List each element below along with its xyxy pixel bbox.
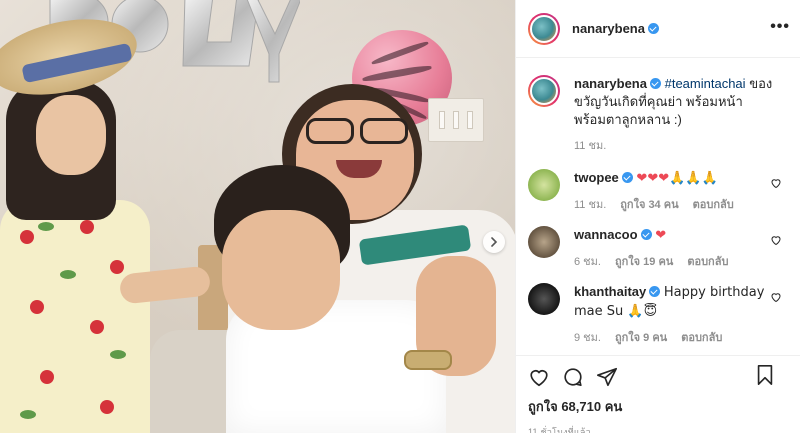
reply-button[interactable]: ตอบกลับ: [687, 253, 728, 271]
girl-dress: [0, 200, 150, 433]
commenter-avatar[interactable]: [528, 169, 560, 201]
post-sidebar: nanarybena ••• nanarybena #teamintachai …: [515, 0, 800, 433]
commenter-avatar[interactable]: [528, 283, 560, 315]
comments-list: nanarybena #teamintachai ของขวัญวันเกิดท…: [516, 59, 800, 355]
comment-likes[interactable]: ถูกใจ 19 คน: [615, 253, 673, 271]
comment-row: khanthaitay Happy birthday mae Su 🙏😇 9 ช…: [528, 283, 788, 347]
heart-icon[interactable]: [770, 234, 782, 246]
verified-badge-icon: [640, 229, 652, 240]
heart-icon[interactable]: [770, 291, 782, 303]
comment-likes[interactable]: ถูกใจ 9 คน: [615, 329, 667, 347]
author-username[interactable]: nanarybena: [572, 21, 659, 36]
heart-icon[interactable]: [770, 177, 782, 189]
verified-badge-icon: [649, 286, 661, 297]
next-media-button[interactable]: [483, 231, 505, 253]
more-options-button[interactable]: •••: [770, 18, 790, 36]
light-switch: [428, 98, 484, 142]
verified-badge-icon: [649, 78, 661, 89]
share-icon[interactable]: [596, 366, 618, 388]
girl-face: [36, 95, 106, 175]
likes-count[interactable]: ถูกใจ 68,710 คน: [528, 396, 788, 417]
caption-hashtag[interactable]: #teamintachai: [665, 76, 746, 91]
post-timestamp[interactable]: 11 ชั่วโมงที่แล้ว: [528, 425, 788, 433]
comment-row: twopee ❤❤❤🙏🙏🙏 11 ชม. ถูกใจ 34 คน ตอบกลับ: [528, 169, 788, 214]
comment-username[interactable]: twopee: [574, 170, 619, 185]
comment-username[interactable]: wannacoo: [574, 227, 638, 242]
wristwatch: [404, 350, 452, 370]
comment-username[interactable]: khanthaitay: [574, 284, 646, 299]
comment-time[interactable]: 11 ชม.: [574, 196, 606, 214]
comment-text: ❤❤❤🙏🙏🙏: [636, 171, 718, 186]
comment-row: wannacoo ❤ 6 ชม. ถูกใจ 19 คน ตอบกลับ: [528, 226, 788, 271]
comment-time[interactable]: 6 ชม.: [574, 253, 601, 271]
reply-button[interactable]: ตอบกลับ: [681, 329, 722, 347]
comment-likes[interactable]: ถูกใจ 34 คน: [620, 196, 678, 214]
comment-text: ❤: [655, 228, 667, 243]
reply-button[interactable]: ตอบกลับ: [693, 196, 734, 214]
comment-time[interactable]: 9 ชม.: [574, 329, 601, 347]
author-avatar[interactable]: [528, 12, 560, 45]
caption: nanarybena #teamintachai ของขวัญวันเกิดท…: [528, 75, 788, 155]
glasses: [300, 116, 412, 146]
post-header: nanarybena •••: [516, 0, 800, 58]
commenter-avatar[interactable]: [528, 226, 560, 258]
post-media[interactable]: [0, 0, 515, 433]
heart-icon[interactable]: [528, 366, 550, 388]
caption-avatar[interactable]: [528, 75, 560, 107]
chevron-right-icon: [491, 237, 498, 247]
bookmark-icon[interactable]: [754, 364, 776, 386]
caption-time[interactable]: 11 ชม.: [574, 137, 606, 155]
verified-badge-icon: [621, 172, 633, 183]
post-actions: ถูกใจ 68,710 คน 11 ชั่วโมงที่แล้ว: [516, 355, 800, 433]
comment-icon[interactable]: [562, 366, 584, 388]
verified-badge-icon: [647, 23, 659, 34]
boy-face: [222, 210, 340, 330]
caption-username[interactable]: nanarybena: [574, 76, 647, 91]
